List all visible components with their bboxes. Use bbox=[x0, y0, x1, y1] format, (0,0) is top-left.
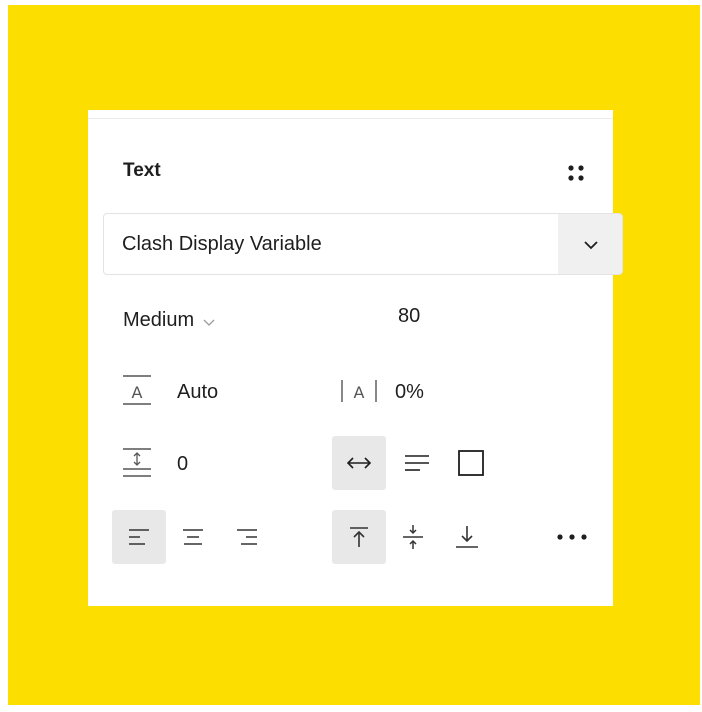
letter-spacing-value: 0% bbox=[395, 381, 424, 403]
align-middle-icon bbox=[403, 525, 423, 549]
line-height-value: Auto bbox=[177, 381, 219, 403]
font-size-input[interactable]: 80 bbox=[338, 300, 538, 340]
auto-height-button[interactable] bbox=[390, 436, 444, 490]
align-left-button[interactable] bbox=[112, 510, 166, 564]
text-styles-button[interactable] bbox=[564, 162, 588, 186]
font-family-dropdown[interactable]: Clash Display Variable bbox=[103, 213, 623, 275]
auto-height-icon bbox=[405, 455, 429, 471]
svg-text:A: A bbox=[354, 383, 365, 402]
section-title: Text bbox=[123, 160, 161, 181]
font-family-dropdown-toggle[interactable] bbox=[558, 214, 622, 274]
svg-text:A: A bbox=[132, 383, 143, 402]
align-bottom-icon bbox=[456, 526, 478, 548]
panel-divider bbox=[88, 118, 613, 119]
four-dots-grid-icon bbox=[568, 165, 584, 181]
more-options-button[interactable] bbox=[548, 512, 596, 562]
line-height-icon: A bbox=[123, 375, 151, 405]
align-middle-button[interactable] bbox=[386, 510, 440, 564]
align-top-icon bbox=[350, 527, 368, 547]
align-bottom-button[interactable] bbox=[440, 510, 494, 564]
align-left-icon bbox=[129, 529, 149, 545]
paragraph-spacing-value: 0 bbox=[177, 453, 189, 475]
font-family-value: Clash Display Variable bbox=[122, 233, 322, 255]
fixed-size-button[interactable] bbox=[444, 436, 498, 490]
paragraph-spacing-input[interactable]: 0 bbox=[118, 442, 318, 482]
letter-spacing-input[interactable]: A 0% bbox=[338, 370, 538, 410]
font-size-value: 80 bbox=[398, 305, 421, 327]
align-right-icon bbox=[237, 529, 257, 545]
more-options-icon bbox=[557, 534, 587, 540]
line-height-input[interactable]: A Auto bbox=[118, 370, 318, 410]
align-center-icon bbox=[183, 529, 203, 545]
letter-spacing-icon: A bbox=[341, 380, 377, 402]
align-center-button[interactable] bbox=[166, 510, 220, 564]
chevron-down-icon bbox=[584, 241, 598, 250]
font-weight-value: Medium bbox=[123, 308, 195, 331]
align-right-button[interactable] bbox=[220, 510, 274, 564]
chevron-down-icon bbox=[203, 319, 215, 326]
align-top-button[interactable] bbox=[332, 510, 386, 564]
text-properties-panel: Text Clash Display Variable Medium 80 A bbox=[88, 110, 623, 606]
paragraph-spacing-icon bbox=[123, 448, 151, 477]
font-weight-dropdown[interactable]: Medium bbox=[123, 305, 216, 335]
auto-width-icon bbox=[346, 457, 372, 469]
fixed-size-icon bbox=[458, 450, 484, 476]
auto-width-button[interactable] bbox=[332, 436, 386, 490]
